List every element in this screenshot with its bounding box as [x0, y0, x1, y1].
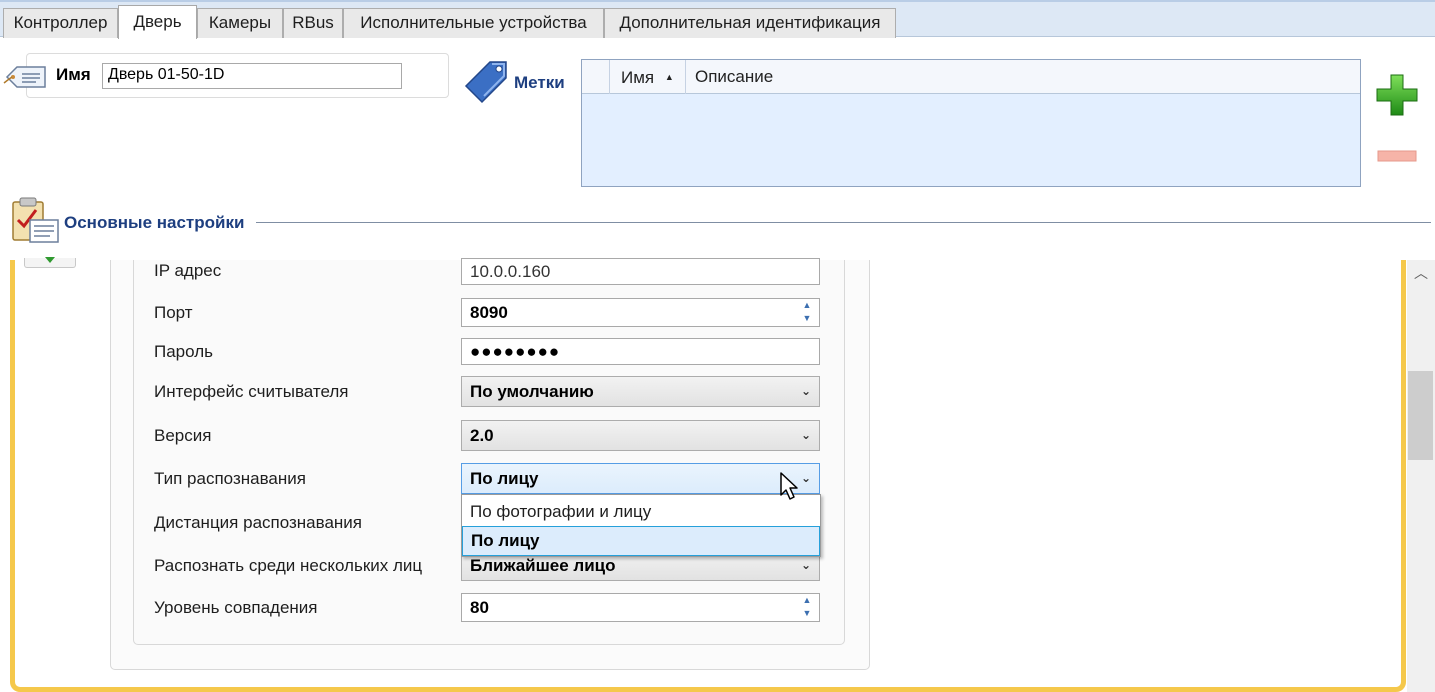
column-header-description[interactable]: Описание [686, 60, 1360, 94]
port-input[interactable]: 8090 ▲ ▼ [461, 298, 820, 327]
recognition-type-value: По лицу [470, 469, 539, 488]
reader-interface-label: Интерфейс считывателя [154, 382, 349, 401]
tab-controller[interactable]: Контроллер [3, 8, 118, 38]
recognition-type-combo[interactable]: По лицу ⌄ [461, 463, 820, 494]
scrollbar-thumb[interactable] [1408, 371, 1433, 460]
port-label: Порт [154, 303, 193, 322]
multi-face-label: Распознать среди нескольких лиц [154, 556, 423, 575]
reader-interface-combo[interactable]: По умолчанию ⌄ [461, 376, 820, 407]
spin-up-icon[interactable]: ▲ [801, 300, 813, 310]
name-label: Имя [56, 65, 91, 84]
multi-face-value: Ближайшее лицо [470, 556, 616, 575]
chevron-down-icon: ⌄ [800, 471, 811, 485]
row-selector-header [582, 60, 610, 94]
tab-actuators[interactable]: Исполнительные устройства [343, 8, 604, 38]
tab-cameras[interactable]: Камеры [197, 8, 283, 38]
tag-icon [464, 61, 507, 104]
clipboard-checklist-icon [12, 197, 59, 243]
tags-label: Метки [514, 73, 565, 92]
spin-up-icon[interactable]: ▲ [801, 595, 813, 605]
side-arrow-button[interactable] [24, 257, 76, 268]
recognition-distance-label: Дистанция распознавания [154, 513, 363, 532]
port-value: 8090 [470, 303, 508, 322]
version-value: 2.0 [470, 426, 494, 445]
tab-bar: Контроллер Дверь Камеры RBus Исполнитель… [0, 0, 1435, 39]
password-input[interactable]: ●●●●●●●● [461, 338, 820, 365]
dropdown-option-photo-and-face[interactable]: По фотографии и лицу [462, 497, 820, 527]
name-input[interactable]: Дверь 01-50-1D [102, 63, 402, 89]
mouse-cursor-icon [780, 472, 798, 500]
chevron-down-icon: ⌄ [800, 384, 811, 398]
tags-table-header: Имя ▲ Описание [582, 60, 1360, 94]
vertical-scrollbar[interactable] [1407, 260, 1435, 692]
spin-down-icon[interactable]: ▼ [801, 608, 813, 618]
match-level-value: 80 [470, 598, 489, 617]
ip-input[interactable]: 10.0.0.160 [461, 258, 820, 285]
version-combo[interactable]: 2.0 ⌄ [461, 420, 820, 451]
chevron-down-icon: ⌄ [800, 428, 811, 442]
column-header-name[interactable]: Имя ▲ [610, 60, 686, 94]
password-label: Пароль [154, 342, 213, 361]
recognition-type-dropdown: По фотографии и лицу По лицу [461, 494, 821, 557]
name-tag-icon [3, 66, 46, 88]
reader-interface-value: По умолчанию [470, 382, 594, 401]
match-level-input[interactable]: 80 ▲ ▼ [461, 593, 820, 622]
version-label: Версия [154, 426, 212, 445]
ip-label: IP адрес [154, 261, 222, 280]
minus-icon[interactable] [1377, 150, 1417, 162]
section-divider [256, 222, 1431, 223]
tab-rbus[interactable]: RBus [283, 8, 343, 38]
scroll-up-icon[interactable]: ︿ [1410, 262, 1432, 284]
plus-icon[interactable] [1375, 73, 1419, 117]
recognition-type-label: Тип распознавания [154, 469, 306, 488]
tab-door[interactable]: Дверь [118, 5, 197, 39]
match-level-label: Уровень совпадения [154, 598, 318, 617]
spin-down-icon[interactable]: ▼ [801, 313, 813, 323]
sort-ascending-icon: ▲ [664, 72, 674, 82]
arrow-down-icon [45, 257, 55, 263]
tags-table[interactable]: Имя ▲ Описание [581, 59, 1361, 187]
dropdown-option-face[interactable]: По лицу [462, 526, 820, 556]
tab-additional-identification[interactable]: Дополнительная идентификация [604, 8, 896, 38]
column-header-name-label: Имя [621, 68, 655, 87]
section-title: Основные настройки [64, 213, 245, 232]
